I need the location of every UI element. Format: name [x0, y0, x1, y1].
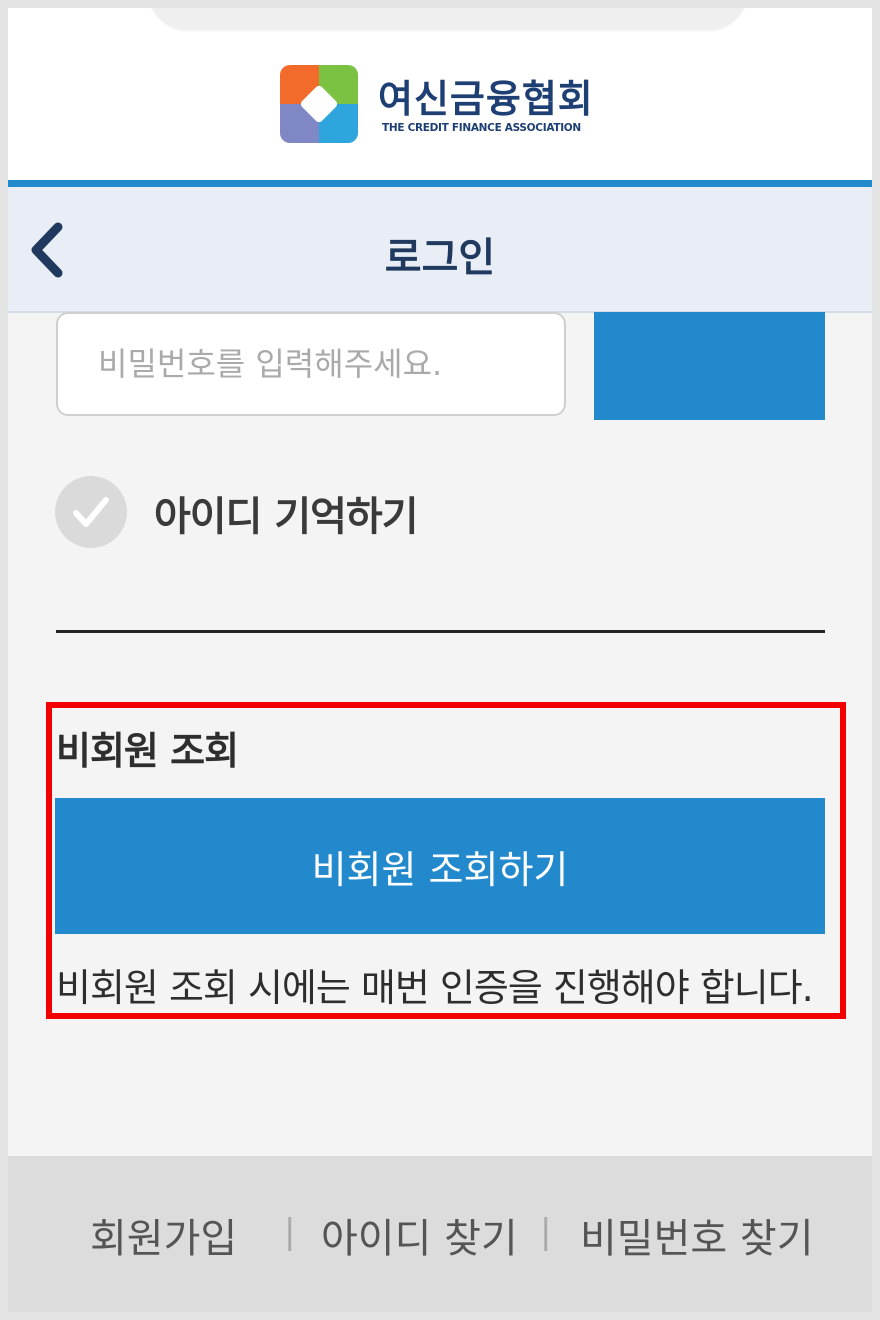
remember-id-checkbox[interactable]	[55, 476, 127, 548]
find-password-link[interactable]: 비밀번호 찾기	[580, 1206, 814, 1264]
page-header: 로그인	[8, 187, 872, 313]
device-notch	[148, 8, 748, 30]
checkmark-icon	[73, 497, 109, 527]
password-input[interactable]	[56, 312, 566, 416]
login-button[interactable]	[594, 312, 825, 420]
guest-lookup-button[interactable]: 비회원 조회하기	[55, 798, 825, 934]
footer-links: 회원가입 | 아이디 찾기 | 비밀번호 찾기	[8, 1156, 872, 1312]
logo-subtitle: THE CREDIT FINANCE ASSOCIATION	[382, 122, 581, 134]
signup-link[interactable]: 회원가입	[90, 1206, 237, 1264]
find-id-link[interactable]: 아이디 찾기	[321, 1206, 518, 1264]
remember-id-label: 아이디 기억하기	[154, 494, 419, 540]
page-title: 로그인	[384, 235, 496, 281]
phone-screen: 여신금융협회 THE CREDIT FINANCE ASSOCIATION 로그…	[8, 8, 872, 1312]
logo-icon	[280, 65, 358, 143]
footer-separator: |	[540, 1212, 552, 1252]
guest-lookup-note: 비회원 조회 시에는 매번 인증을 진행해야 합니다.	[56, 966, 814, 1010]
section-divider	[56, 630, 825, 633]
logo-title: 여신금융협회	[378, 77, 594, 121]
footer-separator: |	[284, 1212, 296, 1252]
logo-header: 여신금융협회 THE CREDIT FINANCE ASSOCIATION	[8, 8, 872, 180]
guest-section-title: 비회원 조회	[56, 729, 239, 773]
header-accent-bar	[8, 180, 872, 187]
